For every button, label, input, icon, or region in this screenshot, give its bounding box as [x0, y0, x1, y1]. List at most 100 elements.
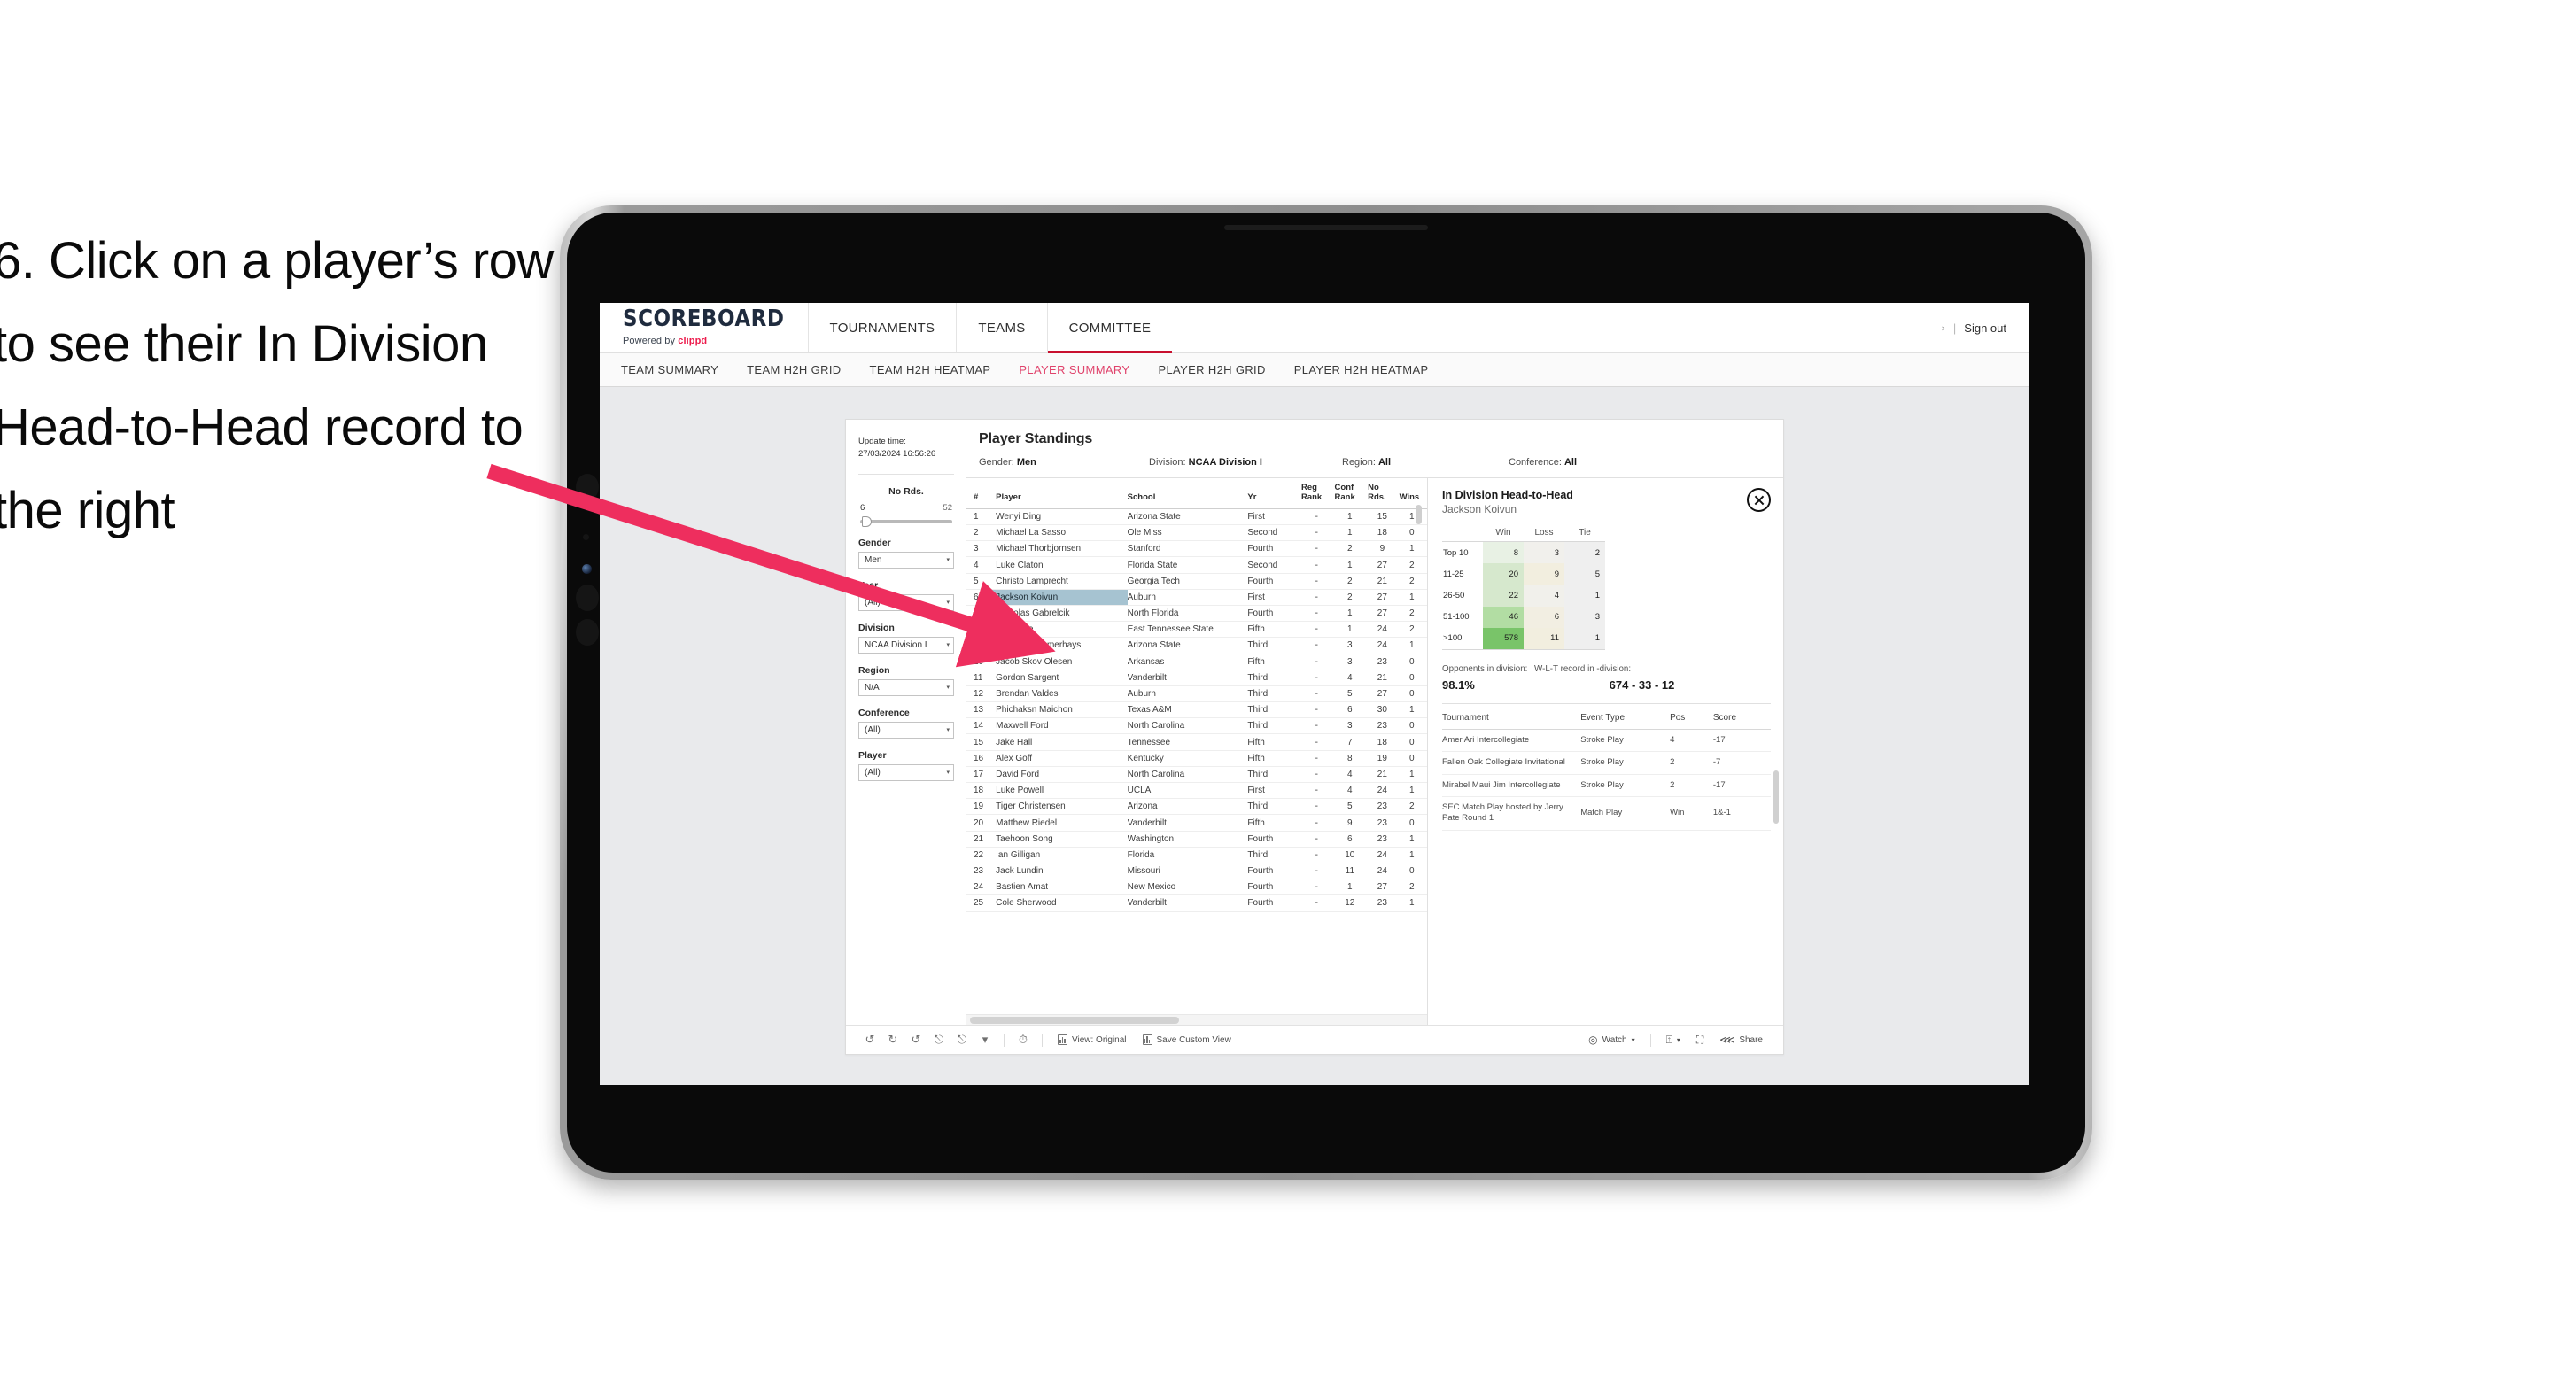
- col-no-rds[interactable]: No Rds.: [1368, 478, 1400, 509]
- filter-conference-value: (All): [865, 724, 881, 735]
- table-row[interactable]: 13 Phichaksn Maichon Texas A&M Third -6 30 1: [966, 701, 1427, 719]
- share-button[interactable]: ⋘ Share: [1711, 1034, 1771, 1046]
- tab-team-summary[interactable]: TEAM SUMMARY: [621, 363, 718, 376]
- detail-scrollbar[interactable]: [1773, 770, 1779, 824]
- sign-out-link[interactable]: Sign out: [1964, 321, 2006, 335]
- tab-team-h2h-grid[interactable]: TEAM H2H GRID: [747, 363, 841, 376]
- clock-icon[interactable]: ⏱: [1012, 1034, 1035, 1047]
- year-cell: First: [1247, 589, 1301, 606]
- table-row[interactable]: 15 Jake Hall Tennessee Fifth -7 18 0: [966, 733, 1427, 751]
- table-row[interactable]: 8 Mats Ege East Tennessee State Fifth -1 24 2: [966, 621, 1427, 639]
- score-cell: -17: [1712, 774, 1771, 797]
- tab-player-summary[interactable]: PLAYER SUMMARY: [1019, 363, 1129, 376]
- table-row[interactable]: 9 Preston Summerhays Arizona State Third -3 2…: [966, 637, 1427, 654]
- position-cell: 2: [1670, 774, 1713, 797]
- filter-division-select[interactable]: NCAA Division I ▾: [858, 636, 954, 654]
- table-row[interactable]: 3 Michael Thorbjornsen Stanford Fourth -2 9 1: [966, 540, 1427, 558]
- undo-icon[interactable]: ↺: [858, 1034, 881, 1047]
- nav-item-teams[interactable]: TEAMS: [956, 303, 1046, 352]
- table-row[interactable]: 10 Jacob Skov Olesen Arkansas Fifth -3 23 0: [966, 654, 1427, 670]
- pause-icon[interactable]: ⎋: [950, 1034, 974, 1047]
- h2h-win-cell: 20: [1483, 563, 1524, 585]
- h2h-band-label: 26-50: [1442, 585, 1483, 607]
- meta-conference: Conference: All: [1509, 457, 1577, 468]
- col-school[interactable]: School: [1127, 478, 1248, 509]
- table-row[interactable]: 24 Bastien Amat New Mexico Fourth -1 27 2: [966, 879, 1427, 896]
- col-reg-rank[interactable]: Reg Rank: [1300, 478, 1335, 509]
- col-player[interactable]: Player: [990, 478, 1128, 509]
- col-conf-rank[interactable]: Conf Rank: [1334, 478, 1369, 509]
- table-row[interactable]: 14 Maxwell Ford North Carolina Third -3 23 0: [966, 717, 1427, 735]
- table-row[interactable]: 16 Alex Goff Kentucky Fifth -8 19 0: [966, 750, 1427, 767]
- school-cell: Ole Miss: [1127, 524, 1248, 542]
- year-cell: Third: [1247, 637, 1301, 654]
- year-cell: Third: [1247, 798, 1301, 816]
- table-row[interactable]: 19 Tiger Christensen Arizona Third -5 23 2: [966, 798, 1427, 816]
- view-original-button[interactable]: View: Original: [1050, 1034, 1135, 1045]
- h2h-col-blank: [1442, 526, 1483, 542]
- table-row[interactable]: 21 Taehoon Song Washington Fourth -6 23 1: [966, 831, 1427, 848]
- no-rds-cell: 21: [1368, 573, 1400, 590]
- table-vertical-scrollbar[interactable]: [1416, 505, 1422, 524]
- h2h-tie-cell: 1: [1564, 585, 1605, 607]
- filter-gender-select[interactable]: Men ▾: [858, 551, 954, 569]
- school-cell: Kentucky: [1127, 750, 1248, 767]
- table-row[interactable]: 1 Wenyi Ding Arizona State First -1 15 1: [966, 508, 1427, 526]
- table-row[interactable]: 5 Christo Lamprecht Georgia Tech Fourth -2 21…: [966, 573, 1427, 590]
- save-custom-view-button[interactable]: Save Custom View: [1135, 1034, 1239, 1045]
- table-row[interactable]: 6 Jackson Koivun Auburn First -2 27 1: [966, 589, 1427, 606]
- table-row[interactable]: 12 Brendan Valdes Auburn Third -5 27 0: [966, 685, 1427, 703]
- rank-cell: 9: [966, 637, 991, 654]
- h2h-col-tie: Tie: [1564, 526, 1605, 542]
- col-rank[interactable]: #: [966, 478, 991, 509]
- reg-rank-cell: -: [1300, 863, 1335, 880]
- chevron-right-icon: ›: [1941, 321, 1945, 334]
- table-row[interactable]: 18 Luke Powell UCLA First -4 24 1: [966, 782, 1427, 800]
- watch-button[interactable]: ◎ Watch ▾: [1580, 1034, 1642, 1046]
- table-row[interactable]: 2 Michael La Sasso Ole Miss Second -1 18 0: [966, 524, 1427, 542]
- wins-cell: 1: [1399, 589, 1427, 606]
- position-cell: Win: [1670, 796, 1713, 831]
- school-cell: Auburn: [1127, 685, 1248, 703]
- rank-cell: 24: [966, 879, 991, 896]
- year-cell: Fourth: [1247, 605, 1301, 623]
- year-cell: Third: [1247, 766, 1301, 784]
- col-wins[interactable]: Wins: [1399, 478, 1427, 509]
- tab-team-h2h-heatmap[interactable]: TEAM H2H HEATMAP: [870, 363, 991, 376]
- table-row[interactable]: 22 Ian Gilligan Florida Third -10 24 1: [966, 847, 1427, 863]
- no-rounds-slider[interactable]: [860, 515, 952, 527]
- table-row[interactable]: 11 Gordon Sargent Vanderbilt Third -4 21 0: [966, 670, 1427, 686]
- revert-icon[interactable]: ↺: [904, 1034, 927, 1047]
- table-horizontal-scrollbar[interactable]: [966, 1014, 1427, 1025]
- filter-year-select[interactable]: (All) ▾: [858, 593, 954, 611]
- redo-icon[interactable]: ↻: [881, 1034, 904, 1047]
- nav-item-committee[interactable]: COMMITTEE: [1046, 303, 1173, 353]
- chevron-down-icon[interactable]: ▾: [974, 1034, 997, 1047]
- slider-handle[interactable]: [862, 515, 872, 527]
- col-yr[interactable]: Yr: [1247, 478, 1301, 509]
- table-row[interactable]: 17 David Ford North Carolina Third -4 21 1: [966, 766, 1427, 784]
- table-row[interactable]: 25 Cole Sherwood Vanderbilt Fourth -12 23 1: [966, 894, 1427, 912]
- fullscreen-button[interactable]: ⛶: [1688, 1034, 1711, 1047]
- refresh-icon[interactable]: ⎋: [927, 1034, 950, 1047]
- table-row[interactable]: 20 Matthew Riedel Vanderbilt Fifth -9 23 0: [966, 814, 1427, 832]
- filter-year-label: Year: [858, 579, 879, 591]
- school-cell: Auburn: [1127, 589, 1248, 606]
- filter-player-select[interactable]: (All) ▾: [858, 763, 954, 781]
- filter-region-select[interactable]: N/A ▾: [858, 678, 954, 696]
- table-row[interactable]: 23 Jack Lundin Missouri Fourth -11 24 0: [966, 863, 1427, 880]
- close-icon[interactable]: [1747, 488, 1771, 512]
- table-row[interactable]: 7 Nicholas Gabrelcik North Florida Fourth -1…: [966, 605, 1427, 623]
- download-button[interactable]: ⍐ ▾: [1658, 1034, 1688, 1047]
- scrollbar-thumb[interactable]: [970, 1017, 1179, 1024]
- tab-player-h2h-grid[interactable]: PLAYER H2H GRID: [1158, 363, 1265, 376]
- save-view-icon: [1142, 1034, 1152, 1045]
- tab-player-h2h-heatmap[interactable]: PLAYER H2H HEATMAP: [1294, 363, 1429, 376]
- h2h-band-label: 11-25: [1442, 563, 1483, 585]
- nav-item-tournaments[interactable]: TOURNAMENTS: [807, 303, 957, 352]
- tablet-sensor-dot: [583, 534, 589, 540]
- filter-conference-select[interactable]: (All) ▾: [858, 721, 954, 739]
- table-row[interactable]: 4 Luke Claton Florida State Second -1 27 2: [966, 556, 1427, 574]
- h2h-band-label: Top 10: [1442, 541, 1483, 564]
- view-icon: [1058, 1034, 1067, 1045]
